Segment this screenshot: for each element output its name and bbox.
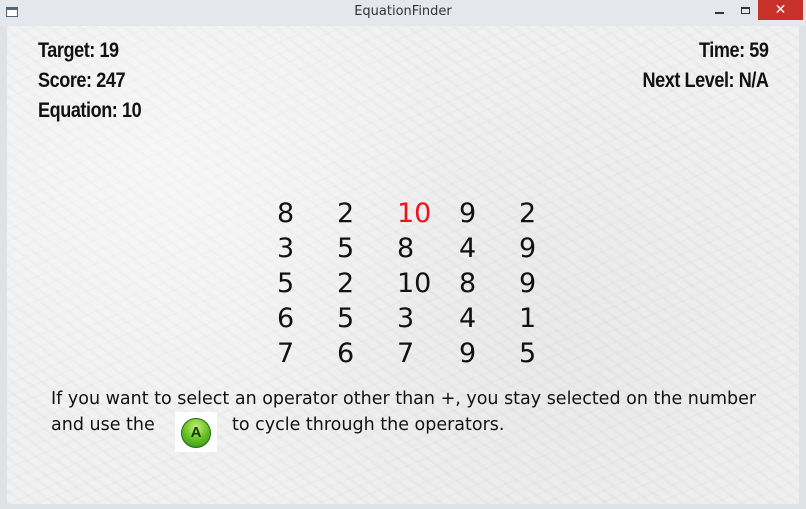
maximize-button[interactable] [732, 0, 758, 20]
grid-cell[interactable]: 4 [459, 301, 519, 336]
grid-cell[interactable]: 4 [459, 231, 519, 266]
instruction-line-2-end: to cycle through the operators. [232, 415, 505, 435]
a-button-image: A [175, 412, 217, 452]
grid-cell[interactable]: 2 [337, 266, 397, 301]
controller-a-button-icon: A [181, 418, 211, 448]
grid-cell-selected[interactable]: 10 [397, 196, 459, 231]
number-grid: 8 2 10 9 2 3 5 8 4 9 5 2 10 8 9 6 5 3 4 1 7 6 7 9 5 [277, 196, 579, 371]
window-title: EquationFinder [354, 4, 452, 19]
grid-cell[interactable]: 3 [277, 231, 337, 266]
grid-cell[interactable]: 6 [277, 301, 337, 336]
close-icon: ✕ [774, 2, 787, 18]
instruction-line-2: and use the A to cycle through the opera… [51, 412, 781, 452]
next-level-label: Next Level: N/A [642, 69, 769, 92]
hud-right: Time: 59 Next Level: N/A [643, 36, 769, 96]
grid-row: 76795 [277, 336, 579, 371]
grid-cell[interactable]: 9 [519, 231, 579, 266]
close-button[interactable]: ✕ [758, 0, 803, 20]
grid-row: 5 2 10 8 9 [277, 266, 579, 301]
maximize-icon [740, 6, 750, 14]
title-bar: EquationFinder ✕ [0, 0, 806, 26]
grid-cell[interactable]: 9 [519, 266, 579, 301]
grid-cell[interactable]: 8 [277, 196, 337, 231]
hud-left: Target: 19 Score: 247 Equation: 10 [38, 36, 142, 126]
grid-cell[interactable]: 1 [519, 301, 579, 336]
grid-cell[interactable]: 7 [277, 336, 337, 371]
grid-cell[interactable]: 5 [337, 231, 397, 266]
grid-cell[interactable]: 5 [337, 301, 397, 336]
instructions: If you want to select an operator other … [51, 386, 781, 452]
grid-cell[interactable]: 3 [397, 301, 459, 336]
grid-cell[interactable]: 10 [397, 266, 459, 301]
grid-cell[interactable]: 2 [519, 196, 579, 231]
grid-cell[interactable]: 9 [459, 196, 519, 231]
game-canvas: Target: 19 Score: 247 Equation: 10 Time:… [7, 26, 799, 504]
grid-cell[interactable]: 8 [459, 266, 519, 301]
grid-cell[interactable]: 6 [337, 336, 397, 371]
grid-cell[interactable]: 9 [459, 336, 519, 371]
grid-cell[interactable]: 5 [519, 336, 579, 371]
grid-cell[interactable]: 2 [337, 196, 397, 231]
grid-row: 65341 [277, 301, 579, 336]
grid-cell[interactable]: 7 [397, 336, 459, 371]
minimize-icon [714, 12, 724, 14]
grid-cell[interactable]: 8 [397, 231, 459, 266]
target-label: Target: 19 [38, 39, 119, 62]
time-label: Time: 59 [699, 39, 769, 62]
instruction-line-2-start: and use the [51, 415, 155, 435]
minimize-button[interactable] [706, 0, 732, 20]
score-label: Score: 247 [38, 69, 126, 92]
instruction-line-1: If you want to select an operator other … [51, 389, 757, 409]
grid-cell[interactable]: 5 [277, 266, 337, 301]
grid-row: 35849 [277, 231, 579, 266]
equation-label: Equation: 10 [38, 99, 142, 122]
grid-row: 8 2 10 9 2 [277, 196, 579, 231]
